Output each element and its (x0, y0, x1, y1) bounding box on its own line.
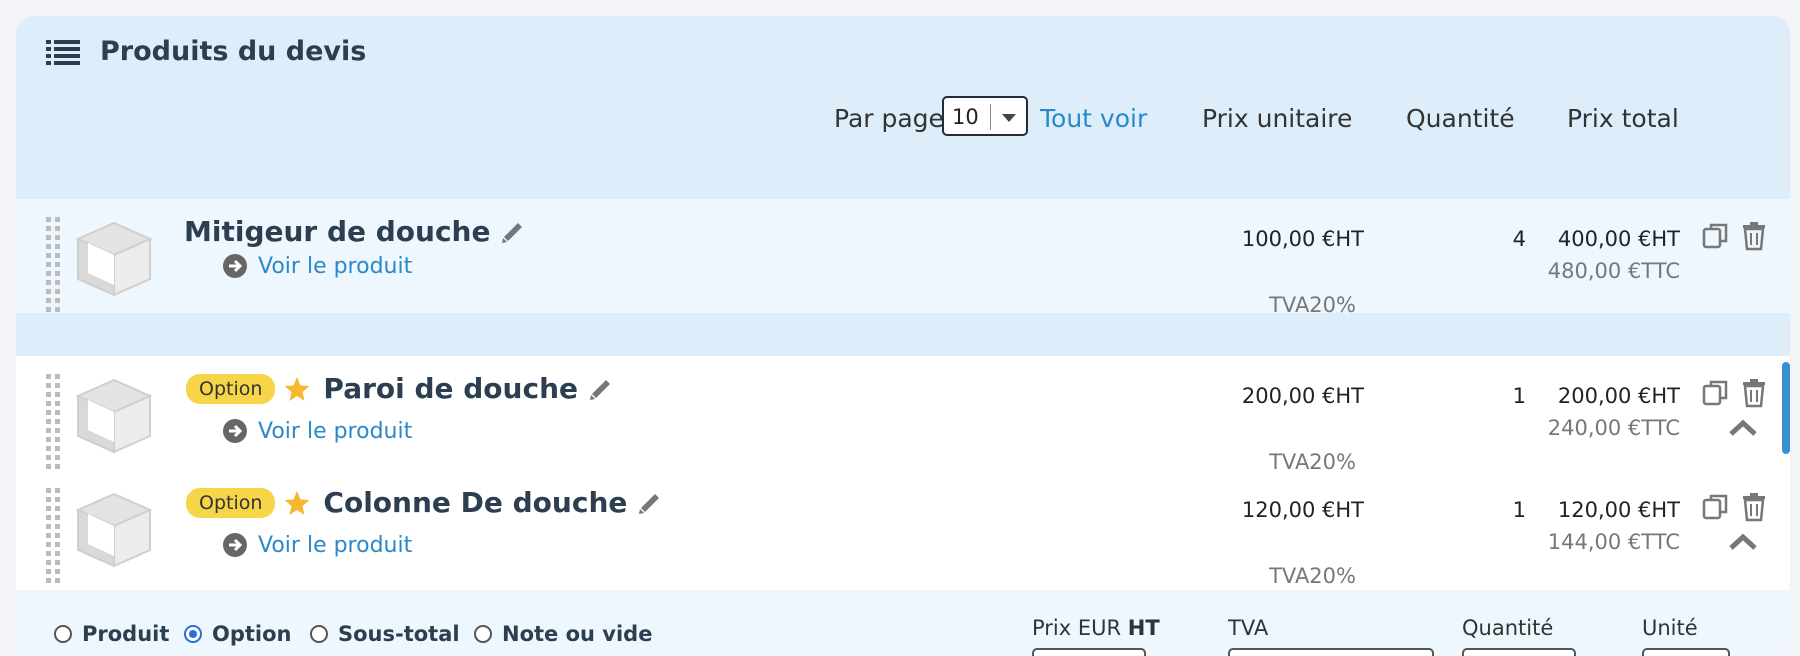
arrow-circle-right-icon (223, 533, 247, 557)
per-page-select[interactable]: 10 (942, 96, 1028, 136)
product-title-line: Mitigeur de douche (184, 215, 526, 248)
scrollbar-thumb[interactable] (1782, 362, 1790, 454)
duplicate-icon[interactable] (1702, 492, 1730, 522)
unit-price: 200,00 €HT (1241, 384, 1364, 408)
view-product-label: Voir le produit (258, 253, 413, 279)
product-name: Mitigeur de douche (184, 215, 491, 248)
trash-icon[interactable] (1740, 378, 1768, 408)
price-label-prefix: Prix EUR (1032, 616, 1128, 640)
pencil-icon[interactable] (637, 490, 663, 516)
product-title-line: Option Colonne De douche (186, 486, 663, 519)
tva-rate: TVA20% (1269, 564, 1356, 588)
product-item: Option Colonne De douche Voir le produit… (16, 470, 1790, 588)
view-product-label: Voir le produit (258, 418, 413, 444)
total-ht: 120,00 €HT (1557, 498, 1680, 522)
product-name: Colonne De douche (323, 486, 628, 519)
total-ttc: 240,00 €TTC (1547, 416, 1680, 440)
list-icon (46, 39, 80, 65)
select-separator (990, 104, 991, 130)
type-label: Sous-total (338, 622, 460, 646)
quantity-label: Quantité (1462, 616, 1554, 640)
price-label-strong: HT (1127, 616, 1160, 640)
unit-price: 100,00 €HT (1241, 227, 1364, 251)
product-cube-icon (75, 492, 153, 568)
price-ht-label: Prix EUR HT (1032, 616, 1160, 640)
drag-handle[interactable] (46, 217, 60, 312)
view-product-link[interactable]: Voir le produit (222, 532, 412, 558)
radio-sous-total[interactable] (310, 625, 328, 643)
arrow-circle-right-icon (223, 419, 247, 443)
radio-option[interactable] (184, 625, 202, 643)
radio-produit[interactable] (54, 625, 72, 643)
product-title-line: Option Paroi de douche (186, 372, 614, 405)
unit-label: Unité (1642, 616, 1698, 640)
column-header-total: Prix total (1567, 104, 1679, 133)
trash-icon[interactable] (1740, 221, 1768, 251)
list-toolbar: Par page 10 Tout voir Prix unitaire Quan… (16, 96, 1790, 146)
type-option-note[interactable]: Note ou vide (474, 622, 652, 646)
type-option-produit[interactable]: Produit (54, 622, 169, 646)
total-ht: 200,00 €HT (1557, 384, 1680, 408)
quote-products-panel: Produits du devis Par page 10 Tout voir … (16, 16, 1790, 656)
total-ht: 400,00 €HT (1557, 227, 1680, 251)
view-product-label: Voir le produit (258, 532, 413, 558)
product-row: Mitigeur de douche Voir le produit 100,0… (16, 199, 1790, 317)
drag-handle[interactable] (46, 488, 60, 583)
product-cube-icon (75, 378, 153, 454)
product-item: Option Paroi de douche Voir le produit 2… (16, 356, 1790, 474)
product-item: Mitigeur de douche Voir le produit 100,0… (16, 199, 1790, 317)
see-all-link[interactable]: Tout voir (1040, 104, 1147, 133)
total-ttc: 480,00 €TTC (1547, 259, 1680, 283)
column-header-quantity: Quantité (1406, 104, 1515, 133)
duplicate-icon[interactable] (1702, 378, 1730, 408)
radio-note[interactable] (474, 625, 492, 643)
pencil-icon[interactable] (588, 376, 614, 402)
type-option-option[interactable]: Option (184, 622, 292, 646)
option-badge: Option (186, 487, 276, 518)
pencil-icon[interactable] (500, 219, 526, 245)
tva-rate: TVA20% (1269, 293, 1356, 317)
view-product-link[interactable]: Voir le produit (222, 418, 412, 444)
quantity-input[interactable] (1462, 648, 1576, 656)
tva-label: TVA (1228, 616, 1269, 640)
unit-price: 120,00 €HT (1241, 498, 1364, 522)
type-label: Note ou vide (502, 622, 653, 646)
drag-handle[interactable] (46, 374, 60, 469)
star-icon (284, 490, 310, 515)
per-page-value: 10 (952, 105, 979, 129)
column-header-unit-price: Prix unitaire (1202, 104, 1353, 133)
type-label: Produit (82, 622, 170, 646)
per-page-label: Par page (834, 104, 944, 133)
chevron-up-icon[interactable] (1728, 532, 1758, 552)
chevron-up-icon[interactable] (1728, 418, 1758, 438)
product-cube-icon (75, 221, 153, 297)
unit-input[interactable] (1642, 648, 1730, 656)
product-name: Paroi de douche (323, 372, 578, 405)
total-ttc: 144,00 €TTC (1547, 530, 1680, 554)
caret-down-icon (1002, 114, 1016, 122)
options-block: Option Paroi de douche Voir le produit 2… (16, 356, 1790, 590)
duplicate-icon[interactable] (1702, 221, 1730, 251)
price-ht-input[interactable] (1032, 648, 1146, 656)
option-badge: Option (186, 373, 276, 404)
view-product-link[interactable]: Voir le produit (222, 253, 412, 279)
trash-icon[interactable] (1740, 492, 1768, 522)
type-label: Option (212, 622, 292, 646)
panel-header: Produits du devis (46, 36, 366, 67)
add-line-form: Produit Option Sous-total Note ou vide P… (16, 590, 1790, 656)
tva-select[interactable] (1228, 648, 1434, 656)
page-title: Produits du devis (100, 36, 367, 67)
star-icon (284, 376, 310, 401)
arrow-circle-right-icon (223, 254, 247, 278)
type-option-sous-total[interactable]: Sous-total (310, 622, 460, 646)
